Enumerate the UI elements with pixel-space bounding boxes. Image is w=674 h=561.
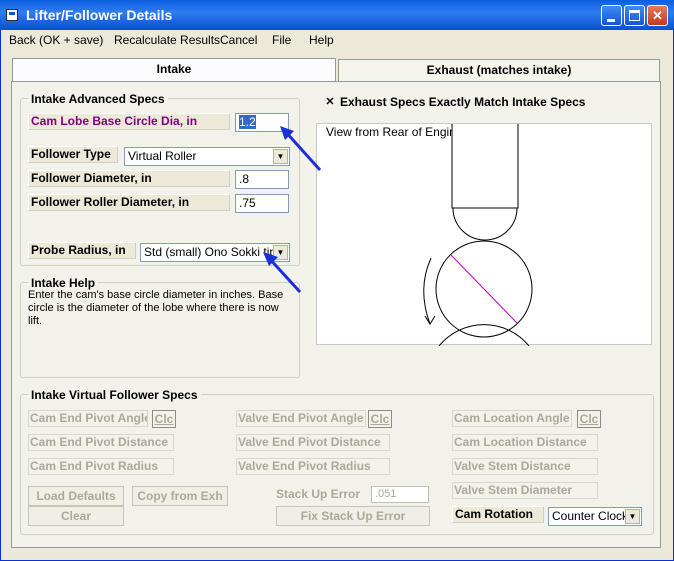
follower-roller: [452, 207, 518, 241]
arrow-line-2: [266, 255, 302, 294]
stack-up-error-input[interactable]: .051: [371, 486, 429, 503]
pointer-arrows: [263, 126, 322, 294]
tab-exhaust[interactable]: Exhaust (matches intake): [338, 59, 660, 82]
follower-type-label: Follower Type: [28, 146, 118, 163]
follower-diameter-label: Follower Diameter, in: [28, 170, 230, 187]
cam-location-distance-label: Cam Location Distance: [452, 434, 598, 451]
minimize-button[interactable]: [601, 5, 622, 26]
virtual-specs-title: Intake Virtual Follower Specs: [28, 388, 201, 402]
cam-lobe-base-circle-label: Cam Lobe Base Circle Dia, in: [28, 113, 230, 130]
maximize-button[interactable]: [624, 5, 645, 26]
valve-end-pivot-radius-label: Valve End Pivot Radius: [236, 458, 390, 475]
load-defaults-button[interactable]: Load Defaults: [28, 486, 124, 506]
cam-end-pivot-angle-label: Cam End Pivot Angle: [28, 410, 148, 427]
advanced-specs-title: Intake Advanced Specs: [28, 92, 168, 106]
help-title: Intake Help: [28, 276, 99, 290]
menu-cancel[interactable]: Cancel: [220, 33, 257, 47]
help-text: Enter the cam's base circle diameter in …: [28, 289, 284, 327]
copy-from-exh-button[interactable]: Copy from Exh: [132, 486, 228, 506]
maximize-icon: [629, 10, 640, 21]
valve-end-pivot-angle-clc-button[interactable]: Clc: [368, 410, 392, 428]
cam-end-pivot-distance-label: Cam End Pivot Distance: [28, 434, 174, 451]
title-bar: Lifter/Follower Details ✕: [0, 0, 674, 30]
cam-location-angle-clc-button[interactable]: Clc: [577, 410, 601, 428]
cam-end-pivot-radius-label: Cam End Pivot Radius: [28, 458, 174, 475]
lifter-body: [451, 124, 519, 209]
stack-up-error-label: Stack Up Error: [276, 487, 361, 501]
engine-diagram: [423, 124, 533, 346]
chevron-down-icon: ▼: [625, 509, 640, 524]
fix-stack-up-error-button[interactable]: Fix Stack Up Error: [276, 506, 430, 526]
minimize-icon: [607, 19, 615, 22]
cam-end-pivot-angle-clc-button[interactable]: Clc: [152, 410, 176, 428]
probe-radius-value: Std (small) Ono Sokki tip: [144, 245, 277, 259]
valve-end-pivot-distance-label: Valve End Pivot Distance: [236, 434, 390, 451]
tab-intake[interactable]: Intake: [12, 58, 336, 83]
cam-rotation-select[interactable]: Counter Clockw ▼: [548, 507, 642, 526]
close-button[interactable]: ✕: [647, 5, 668, 26]
cam-location-angle-label: Cam Location Angle: [452, 410, 572, 427]
app-icon: [6, 9, 18, 21]
window-title: Lifter/Follower Details: [26, 7, 173, 23]
valve-stem-distance-label: Valve Stem Distance: [452, 458, 598, 475]
close-icon: ✕: [652, 8, 663, 23]
clear-button[interactable]: Clear: [28, 506, 124, 526]
engine-view-panel: View from Rear of Engine: [316, 123, 652, 346]
cam-rotation-label: Cam Rotation: [452, 506, 544, 523]
arrow-line-1: [282, 128, 322, 172]
follower-type-value: Virtual Roller: [128, 149, 197, 163]
valve-stem-diameter-label: Valve Stem Diameter: [452, 482, 598, 499]
menu-recalculate-results[interactable]: Recalculate Results: [114, 33, 220, 47]
menu-bar: Back (OK + save) Recalculate Results Can…: [1, 30, 673, 50]
menu-file[interactable]: File: [272, 33, 291, 47]
menu-help[interactable]: Help: [309, 33, 334, 47]
valve-end-pivot-angle-label: Valve End Pivot Angle: [236, 410, 366, 427]
exhaust-match-checkbox[interactable]: ✕: [324, 96, 336, 108]
cam-rotation-value: Counter Clockw: [552, 509, 637, 523]
exhaust-match-label: Exhaust Specs Exactly Match Intake Specs: [340, 95, 586, 109]
menu-back-ok-save[interactable]: Back (OK + save): [9, 33, 103, 47]
follower-roller-diameter-label: Follower Roller Diameter, in: [28, 194, 230, 211]
rotation-arrow: [423, 257, 432, 325]
cam-lobe-base-circle-value: 1.2: [239, 115, 256, 129]
probe-radius-label: Probe Radius, in: [28, 242, 136, 259]
